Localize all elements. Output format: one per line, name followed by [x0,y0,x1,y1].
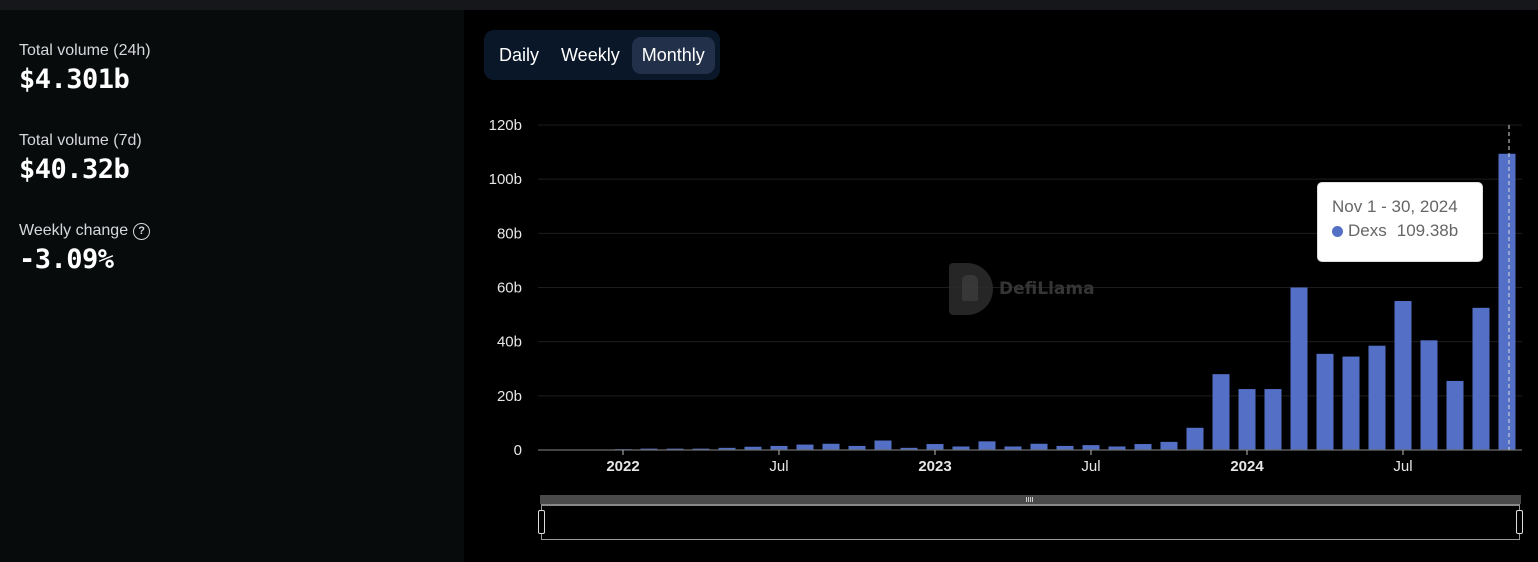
stat-label: Weekly change [19,222,129,239]
slider-window[interactable] [541,504,1520,540]
bar[interactable]: Jul 2024 [1394,301,1412,450]
bar[interactable]: Jul 2023 [1082,445,1100,450]
tooltip-title: Nov 1 - 30, 2024 [1332,197,1458,216]
bar[interactable]: Oct 2024 [1472,307,1490,450]
stats-sidebar: Total volume (24h) $4.301b Total volume … [0,10,464,562]
bar[interactable]: Feb 2024 [1264,389,1282,450]
stat-label: Total volume (24h) [19,42,151,59]
series-dot-icon [1332,225,1343,237]
y-tick-label: 100b [489,171,522,188]
bar[interactable]: Apr 2024 [1316,353,1334,450]
stat-value: -3.09% [19,244,114,275]
bar[interactable]: Jan 2023 [926,444,944,450]
bar[interactable]: Mar 2024 [1290,287,1308,451]
y-tick-label: 120b [489,117,522,134]
slider-handle-left[interactable] [538,510,545,534]
stat-value: $40.32b [19,154,130,185]
chart-panel: Daily Weekly Monthly 0 20b 40b 60b 80b 100b 12… [464,10,1538,562]
y-tick-label: 0 [514,442,522,459]
bar[interactable]: Jan 2024 [1238,389,1256,450]
x-axis: 2022 Jul 2023 Jul 2024 Jul [538,449,1522,475]
bar[interactable]: Nov 2022 [874,440,892,450]
slider-drag-bar[interactable] [540,495,1521,504]
stat-label-row: Weekly change ? [19,222,151,240]
data-zoom-slider[interactable] [538,495,1523,541]
stat-value: $4.301b [19,64,130,95]
bar[interactable]: Mar 2023 [978,441,996,450]
stat-label: Total volume (7d) [19,132,142,149]
bar[interactable]: May 2024 [1342,356,1360,450]
chart-tooltip: Nov 1 - 30, 2024 Dexs 109.38b [1317,182,1483,262]
stat-weekly-change: Weekly change ? -3.09% [19,222,151,275]
defillama-watermark: DefiLlama [949,263,1095,315]
bar[interactable]: Jul 2022 [770,445,788,450]
bar[interactable]: Aug 2024 [1420,340,1438,450]
bar[interactable]: Sep 2024 [1446,380,1464,450]
bar[interactable]: Dec 2023 [1212,374,1230,450]
x-tick-label: 2022 [606,458,639,475]
bar[interactable]: May 2023 [1030,443,1048,450]
slider-handle-right[interactable] [1516,510,1523,534]
x-tick-label: 2023 [918,458,951,475]
help-icon[interactable]: ? [133,222,151,240]
y-tick-label: 80b [497,225,522,242]
stat-total-volume-7d: Total volume (7d) $40.32b [19,132,142,185]
bar[interactable]: Sep 2023 [1134,444,1152,450]
llama-logo-icon [949,263,993,315]
bar[interactable]: Nov 2023 [1186,427,1204,450]
x-tick-label: Jul [769,458,788,475]
bar[interactable]: Oct 2022 [848,445,866,450]
watermark-text: DefiLlama [999,279,1095,299]
bar[interactable]: Jun 2024 [1368,345,1386,450]
bar[interactable]: Nov 2024 [1498,153,1516,450]
y-tick-label: 20b [497,388,522,405]
stat-total-volume-24h: Total volume (24h) $4.301b [19,42,151,95]
tooltip-series-name: Dexs [1348,221,1387,240]
x-tick-label: Jul [1081,458,1100,475]
tooltip-value: 109.38b [1396,221,1459,240]
y-tick-label: 40b [497,334,522,351]
tooltip-row: Dexs 109.38b [1332,221,1482,241]
top-bar [0,0,1538,10]
x-tick-label: 2024 [1230,458,1264,475]
bar[interactable]: Oct 2023 [1160,441,1178,450]
x-tick-label: Jul [1393,458,1412,475]
slider-grip-icon[interactable] [1026,497,1034,502]
bar[interactable]: Jun 2023 [1056,445,1074,450]
y-tick-label: 60b [497,280,522,297]
bar[interactable]: Sep 2022 [822,443,840,450]
bar[interactable]: Aug 2022 [796,444,814,450]
y-axis: 0 20b 40b 60b 80b 100b 120b [489,117,522,459]
